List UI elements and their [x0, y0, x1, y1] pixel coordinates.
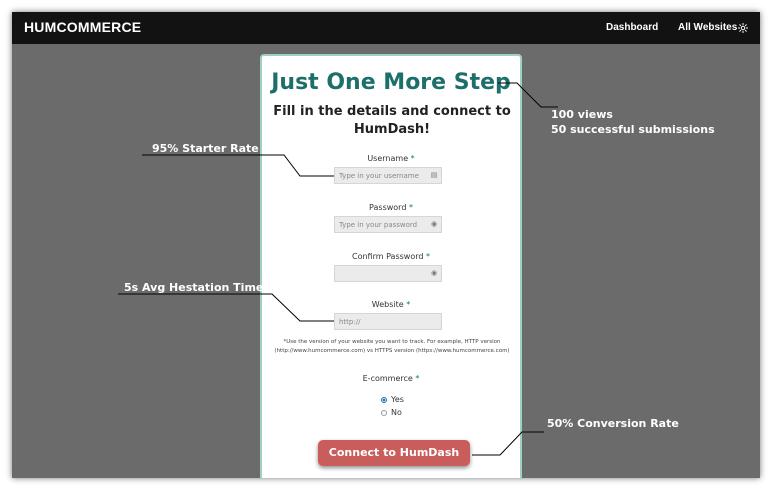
annotation-conversion-rate: 50% Conversion Rate — [547, 417, 679, 430]
app-window: HUMCOMMERCE Dashboard All Websites Just … — [12, 12, 760, 478]
annotation-submissions: 50 successful submissions — [551, 123, 715, 136]
annotation-views: 100 views — [551, 108, 613, 121]
annotation-lines — [118, 82, 558, 456]
annotation-starter-rate: 95% Starter Rate — [152, 142, 259, 155]
annotation-hesitation-time: 5s Avg Hestation Time — [124, 281, 264, 294]
